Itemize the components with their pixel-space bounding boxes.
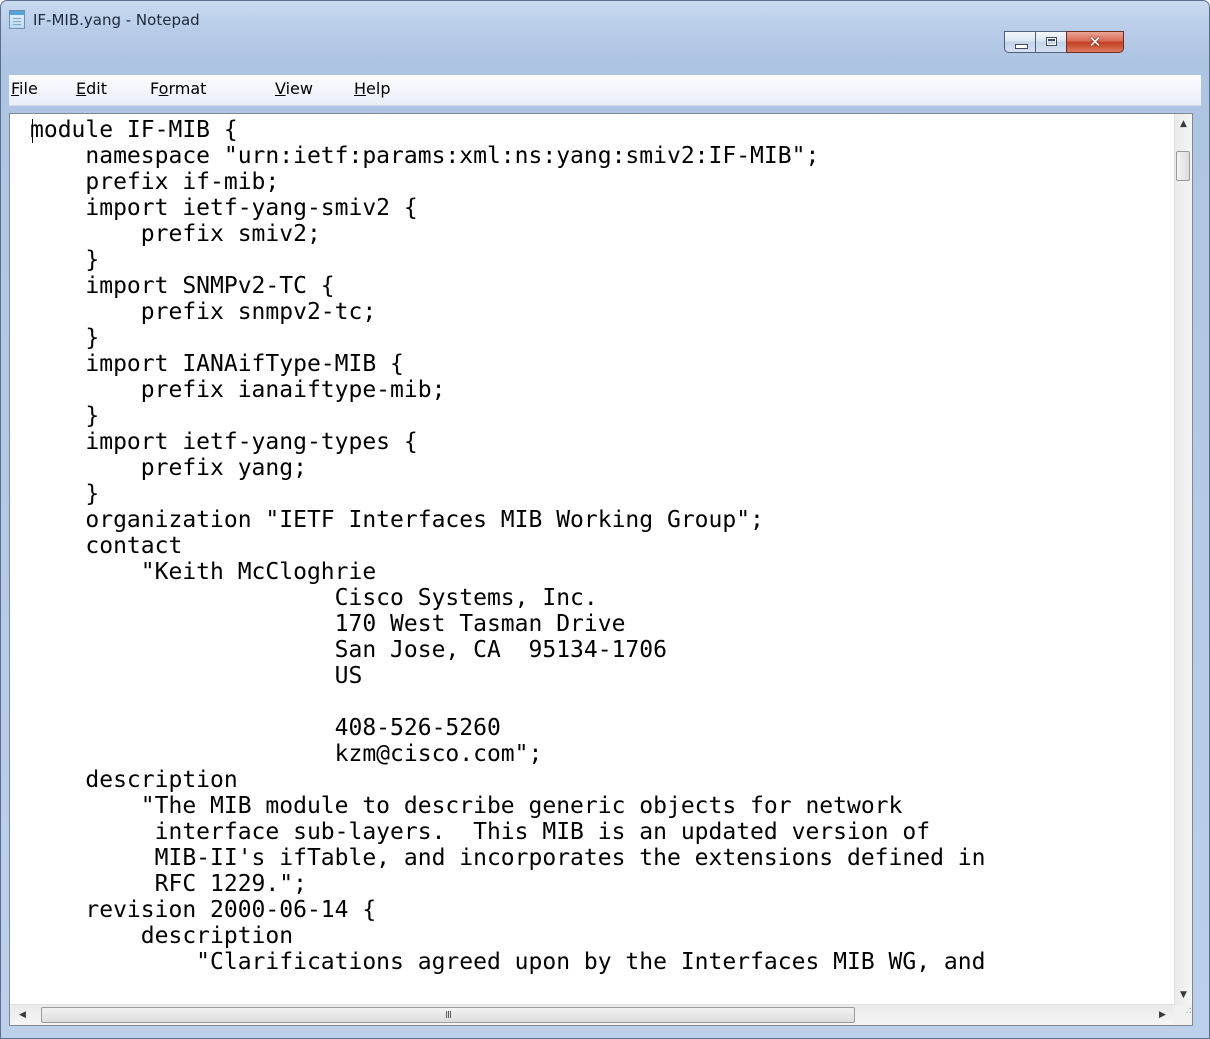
code-line: "The MIB module to describe generic obje… [30,793,903,819]
code-line: description [30,923,294,949]
code-line: RFC 1229."; [30,871,307,897]
editor-text-area[interactable]: module IF-MIB { namespace "urn:ietf:para… [30,117,1170,987]
scroll-grip-icon: III [445,1010,452,1021]
code-line: module IF-MIB { [30,117,238,143]
title-bar[interactable]: IF-MIB.yang - Notepad [1,1,1209,31]
maximize-button[interactable] [1035,31,1067,53]
text-editor[interactable]: module IF-MIB { namespace "urn:ietf:para… [9,113,1193,1026]
code-line: prefix yang; [30,455,307,481]
menu-view[interactable]: View [275,79,313,98]
code-line: 170 West Tasman Drive [30,611,626,637]
notepad-icon[interactable] [9,10,25,29]
vertical-scrollbar[interactable]: ▲ ▼ [1174,114,1192,1006]
maximize-icon [1046,37,1057,46]
window-title: IF-MIB.yang - Notepad [33,11,200,29]
scroll-left-arrow-icon[interactable]: ◀ [14,1005,31,1025]
code-line: interface sub-layers. This MIB is an upd… [30,819,931,845]
scroll-right-arrow-icon[interactable]: ▶ [1154,1005,1171,1025]
menu-edit-label: dit [86,79,107,98]
menu-format-prefix: F [150,79,159,98]
code-line: 408-526-5260 [30,715,501,741]
menu-format-mnemonic: o [158,79,169,98]
menu-help-mnemonic: H [354,79,367,98]
close-button[interactable]: ✕ [1066,31,1124,53]
menu-format[interactable]: Format [150,79,206,98]
code-line: } [30,325,100,351]
menu-bar: File Edit Format View Help [9,75,1201,106]
code-line: description [30,767,238,793]
minimize-icon [1015,44,1028,49]
code-line: revision 2000-06-14 { [30,897,377,923]
window-controls: ✕ [1004,31,1198,53]
code-line: US [30,663,363,689]
code-line: prefix smiv2; [30,221,321,247]
size-grip-icon[interactable]: .: [1174,1005,1192,1025]
close-icon: ✕ [1088,33,1102,51]
code-line: organization "IETF Interfaces MIB Workin… [30,507,764,533]
code-line: } [30,481,100,507]
menu-file-label: ile [19,79,38,98]
code-line: } [30,403,100,429]
horizontal-scroll-thumb[interactable]: III [41,1007,855,1023]
menu-help[interactable]: Help [354,79,390,98]
menu-view-mnemonic: V [275,79,286,98]
minimize-button[interactable] [1004,31,1036,53]
menu-format-label: rmat [168,79,207,98]
code-line: "Clarifications agreed upon by the Inter… [30,949,986,975]
horizontal-scrollbar[interactable]: ◀ III ▶ [10,1004,1175,1025]
code-line: import ietf-yang-smiv2 { [30,195,418,221]
menu-help-label: elp [366,79,391,98]
code-line: San Jose, CA 95134-1706 [30,637,667,663]
code-line: import SNMPv2-TC { [30,273,335,299]
notepad-window: IF-MIB.yang - Notepad ✕ File Edit Format… [0,0,1210,1039]
menu-view-label: iew [285,79,313,98]
menu-file-mnemonic: F [11,79,20,98]
code-line: Cisco Systems, Inc. [30,585,598,611]
code-line: import IANAifType-MIB { [30,351,404,377]
code-line: prefix ianaiftype-mib; [30,377,446,403]
code-line: import ietf-yang-types { [30,429,418,455]
code-line: kzm@cisco.com"; [30,741,543,767]
scroll-up-arrow-icon[interactable]: ▲ [1175,116,1192,133]
menu-file[interactable]: File [11,79,38,98]
code-line: namespace "urn:ietf:params:xml:ns:yang:s… [30,143,820,169]
code-line: } [30,247,100,273]
code-line: prefix if-mib; [30,169,280,195]
scroll-down-arrow-icon[interactable]: ▼ [1175,987,1192,1004]
menu-edit-mnemonic: E [76,79,87,98]
code-line: "Keith McCloghrie [30,559,377,585]
menu-edit[interactable]: Edit [76,79,107,98]
code-line: contact [30,533,183,559]
vertical-scroll-thumb[interactable] [1176,151,1190,181]
code-line: prefix snmpv2-tc; [30,299,377,325]
code-line: MIB-II's ifTable, and incorporates the e… [30,845,986,871]
